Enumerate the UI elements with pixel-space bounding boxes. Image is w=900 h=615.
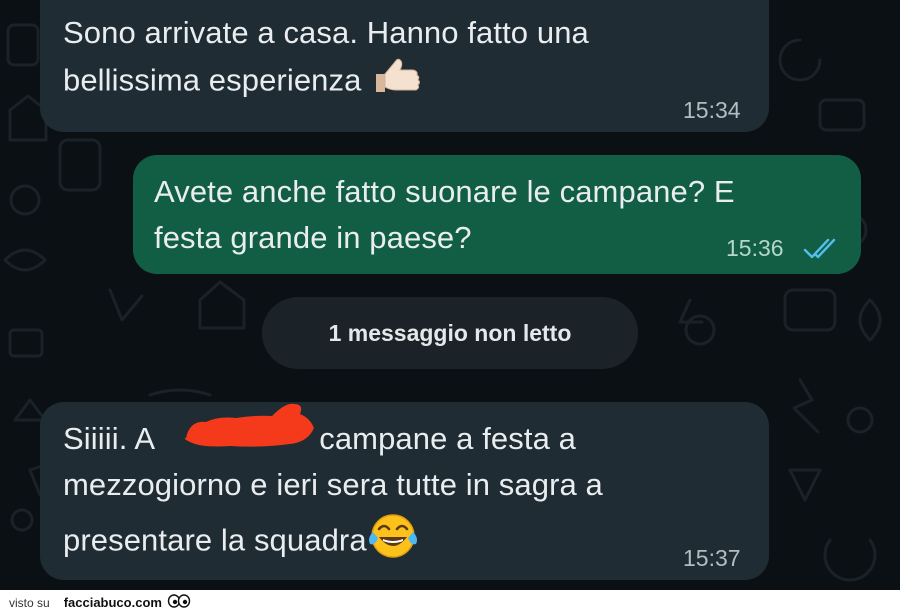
outgoing-message-bubble[interactable]: Avete anche fatto suonare le campane? E … xyxy=(133,155,861,274)
footer-prefix: visto su xyxy=(9,595,50,610)
unread-messages-divider: 1 messaggio non letto xyxy=(262,297,638,369)
incoming-message-bubble[interactable]: Siiiii. Acampane a festa a mezzogiorno e… xyxy=(40,402,769,580)
message-timestamp: 15:34 xyxy=(683,97,741,123)
message-text: Sono arrivate a casa. Hanno fatto una be… xyxy=(63,10,769,109)
message-timestamp: 15:36 xyxy=(726,235,784,261)
chat-background: Sono arrivate a casa. Hanno fatto una be… xyxy=(0,0,900,590)
incoming-message-bubble[interactable]: Sono arrivate a casa. Hanno fatto una be… xyxy=(40,0,769,132)
face-with-tears-of-joy-emoji-icon xyxy=(367,512,419,573)
message-timestamp: 15:37 xyxy=(683,545,741,571)
message-text: Siiiii. Acampane a festa a mezzogiorno e… xyxy=(63,416,769,573)
watermark-footer: visto su facciabuco.com xyxy=(0,590,900,615)
read-receipt-icon xyxy=(803,238,836,259)
redaction-mark xyxy=(184,403,314,447)
unread-divider-label: 1 messaggio non letto xyxy=(328,319,572,346)
eyes-logo-icon xyxy=(167,594,191,611)
footer-site-name[interactable]: facciabuco.com xyxy=(64,595,162,610)
thumbs-up-emoji-icon xyxy=(370,56,421,109)
